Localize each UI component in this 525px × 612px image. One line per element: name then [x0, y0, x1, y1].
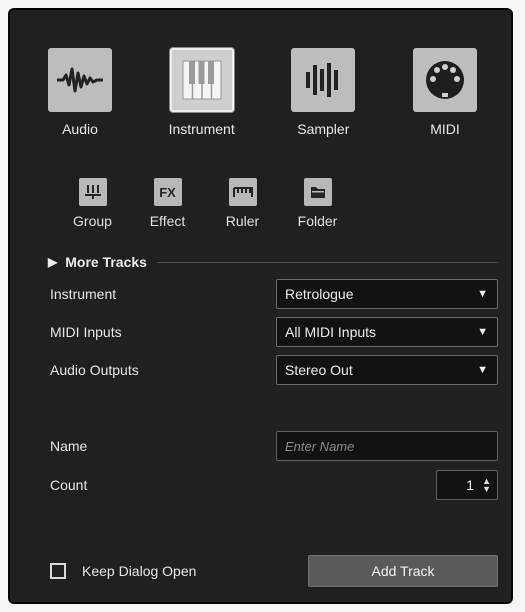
audio-outputs-label: Audio Outputs	[50, 362, 139, 378]
decrement-icon[interactable]: ▼	[482, 485, 491, 494]
piano-keys-icon	[169, 48, 234, 112]
instrument-select[interactable]: Retrologue ▼	[276, 279, 498, 309]
track-type-label: Sampler	[297, 121, 350, 137]
keep-dialog-open-checkbox[interactable]	[50, 563, 66, 579]
track-type-label: Folder	[297, 213, 338, 229]
count-label: Count	[50, 477, 88, 493]
stepper-arrows-icon[interactable]: ▲ ▼	[482, 477, 491, 494]
name-row: Name	[50, 431, 498, 461]
add-track-dialog: Audio Instrument Sampler MIDI Group FX E…	[8, 8, 513, 604]
expand-triangle-icon: ▶	[48, 255, 58, 269]
name-input[interactable]	[276, 431, 498, 461]
track-type-selector: Audio Instrument Sampler MIDI	[30, 48, 495, 137]
dialog-footer: Keep Dialog Open Add Track	[50, 555, 498, 587]
track-type-midi[interactable]: MIDI	[395, 48, 495, 137]
dropdown-arrow-icon: ▼	[477, 364, 488, 376]
more-tracks-toggle[interactable]: ▶ More Tracks	[48, 254, 498, 270]
midi-inputs-label: MIDI Inputs	[50, 324, 122, 340]
waveform-icon	[48, 48, 112, 112]
track-type-label: MIDI	[430, 121, 460, 137]
midi-inputs-value: All MIDI Inputs	[285, 324, 377, 340]
secondary-track-types: Group FX Effect Ruler Folder	[55, 178, 355, 229]
instrument-value: Retrologue	[285, 286, 354, 302]
track-type-label: Audio	[62, 121, 98, 137]
dropdown-arrow-icon: ▼	[477, 288, 488, 300]
name-label: Name	[50, 438, 88, 454]
track-type-label: Ruler	[225, 213, 260, 229]
add-track-button[interactable]: Add Track	[308, 555, 498, 587]
track-type-label: Instrument	[168, 121, 235, 137]
track-type-label: Effect	[149, 213, 186, 229]
track-type-effect[interactable]: FX Effect	[130, 178, 205, 229]
midi-inputs-row: MIDI Inputs All MIDI Inputs ▼	[50, 317, 498, 347]
section-divider	[156, 261, 498, 263]
midi-connector-icon	[412, 48, 477, 112]
more-tracks-label: More Tracks	[65, 254, 147, 270]
audio-outputs-select[interactable]: Stereo Out ▼	[276, 355, 498, 385]
track-type-sampler[interactable]: Sampler	[273, 48, 373, 137]
folder-icon	[303, 178, 332, 206]
sampler-bars-icon	[291, 48, 356, 112]
count-row: Count 1 ▲ ▼	[50, 470, 498, 500]
track-type-label: Group	[73, 213, 112, 229]
track-type-audio[interactable]: Audio	[30, 48, 130, 137]
track-type-ruler[interactable]: Ruler	[205, 178, 280, 229]
midi-inputs-select[interactable]: All MIDI Inputs ▼	[276, 317, 498, 347]
track-type-group[interactable]: Group	[55, 178, 130, 229]
group-icon	[78, 178, 107, 206]
instrument-row: Instrument Retrologue ▼	[50, 279, 498, 309]
track-type-instrument[interactable]: Instrument	[152, 48, 252, 137]
audio-outputs-row: Audio Outputs Stereo Out ▼	[50, 355, 498, 385]
keep-dialog-open-label: Keep Dialog Open	[82, 563, 197, 579]
audio-outputs-value: Stereo Out	[285, 362, 353, 378]
instrument-label: Instrument	[50, 286, 117, 302]
keep-dialog-open-option[interactable]: Keep Dialog Open	[50, 563, 196, 579]
count-value: 1	[466, 477, 475, 493]
ruler-icon	[228, 178, 257, 206]
track-type-folder[interactable]: Folder	[280, 178, 355, 229]
fx-icon: FX	[153, 178, 182, 206]
count-stepper[interactable]: 1 ▲ ▼	[436, 470, 498, 500]
dropdown-arrow-icon: ▼	[477, 326, 488, 338]
